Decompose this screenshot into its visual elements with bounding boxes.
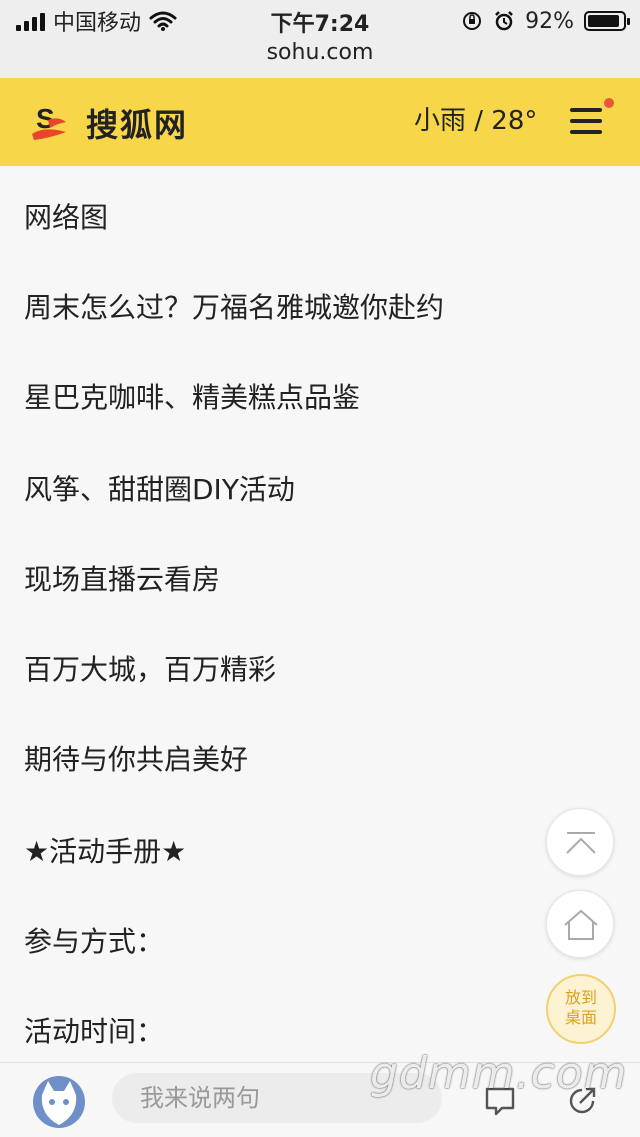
home-button[interactable] — [546, 890, 614, 958]
hamburger-menu-icon[interactable] — [570, 104, 604, 138]
page-url[interactable]: sohu.com — [0, 40, 640, 65]
battery-icon — [584, 11, 630, 31]
paragraph: 活动时间： — [24, 1015, 165, 1048]
user-avatar-icon[interactable] — [32, 1075, 86, 1129]
paragraph: 现场直播云看房 — [24, 563, 221, 596]
sohu-logo-icon[interactable]: S — [26, 98, 72, 144]
rotation-lock-icon — [463, 12, 482, 30]
paragraph: 百万大城，百万精彩 — [24, 653, 277, 686]
site-logo-text[interactable]: 搜狐网 — [86, 100, 188, 146]
home-icon — [564, 909, 598, 940]
desktop-label-1: 放到 — [564, 988, 597, 1007]
alarm-icon — [495, 11, 513, 31]
back-to-top-icon — [566, 832, 596, 854]
status-right: 92% — [461, 6, 630, 36]
paragraph: 风筝、甜甜圈DIY活动 — [24, 473, 295, 506]
svg-text:S: S — [36, 103, 55, 134]
paragraph: ★活动手册★ — [24, 835, 187, 868]
weather-info[interactable]: 小雨 / 28° — [414, 100, 537, 137]
desktop-label-2: 桌面 — [564, 1008, 597, 1027]
notification-dot — [604, 98, 614, 108]
back-to-top-button[interactable] — [546, 808, 614, 876]
paragraph: 参与方式： — [24, 925, 165, 958]
watermark-text: gdmm.com — [370, 1048, 628, 1099]
site-header: S 搜狐网 小雨 / 28° — [0, 78, 640, 166]
add-to-desktop-button[interactable]: 放到 桌面 — [546, 974, 616, 1044]
battery-percent: 92% — [525, 8, 574, 34]
battery-fill — [588, 15, 619, 27]
paragraph: 星巴克咖啡、精美糕点品鉴 — [24, 381, 361, 414]
paragraph: 网络图 — [24, 201, 109, 234]
paragraph: 周末怎么过？万福名雅城邀你赴约 — [24, 291, 445, 324]
status-bar: 中国移动 下午7:24 sohu.com 92% — [0, 0, 640, 78]
paragraph: 期待与你共启美好 — [24, 743, 249, 776]
